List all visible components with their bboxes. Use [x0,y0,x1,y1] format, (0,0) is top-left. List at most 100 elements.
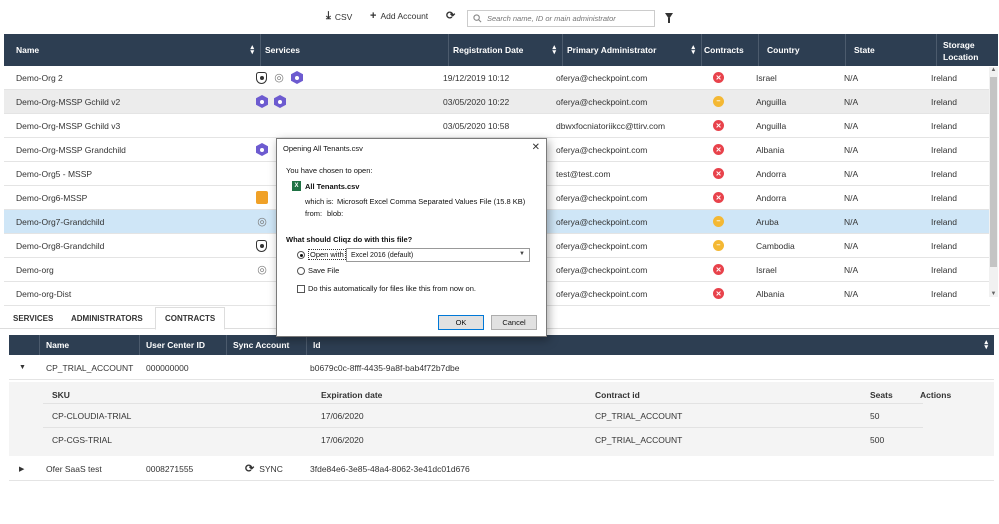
plus-icon: + [370,10,377,22]
column-services[interactable]: Services [261,34,449,66]
state: N/A [844,144,859,155]
save-file-radio[interactable] [297,267,305,275]
sort-icon: ▴ ▾ [691,44,695,56]
services-cell [256,186,274,209]
contract-id-cell: CP_TRIAL_ACCOUNT [595,435,683,445]
column-user-center-id[interactable]: User Center ID [140,335,227,355]
state: N/A [844,96,859,107]
search-input[interactable] [487,14,647,23]
error-status-icon: ✕ [713,288,724,299]
collapse-icon[interactable]: ▼ [19,364,26,371]
column-name[interactable]: Name ▴ ▾ [4,34,261,66]
chevron-down-icon: ▼ [519,251,525,257]
contract-id: 3fde84e6-3e85-48a4-8062-3e41dc01d676 [310,463,470,474]
contract-status: – [713,90,724,113]
cloud-service-icon [256,191,268,204]
contract-status: ✕ [713,66,724,89]
cancel-button[interactable]: Cancel [491,315,537,330]
primary-admin: test@test.com [556,168,611,179]
scroll-thumb[interactable] [990,77,997,267]
column-storage-location[interactable]: Storage Location [937,34,998,66]
country: Andorra [756,192,787,203]
tenant-name: Demo-Org7-Grandchild [16,216,105,227]
auto-label[interactable]: Do this automatically for files like thi… [308,284,476,293]
storage-location: Ireland [931,144,957,155]
save-file-label[interactable]: Save File [308,266,339,275]
contract-status: ✕ [713,282,724,305]
sync-button[interactable]: ⟳ SYNC [245,457,283,480]
country: Cambodia [756,240,795,251]
state: N/A [844,216,859,227]
tenant-name: Demo-Org5 - MSSP [16,168,93,179]
registration-date: 03/05/2020 10:58 [443,120,510,131]
contract-details: SKU Expiration date Contract id Seats Ac… [9,382,994,456]
table-row[interactable]: Demo-Org-MSSP Gchild v3 03/05/2020 10:58 d… [4,114,990,138]
warning-status-icon: – [713,216,724,227]
column-primary-admin[interactable]: Primary Administrator ▴ ▾ [563,34,702,66]
sub-column-actions: Actions [920,390,952,400]
close-icon[interactable]: ✕ [532,142,540,153]
file-type: Microsoft Excel Comma Separated Values F… [337,197,526,206]
contract-row[interactable]: ▼ CP_TRIAL_ACCOUNT 000000000 b0679c0c-8f… [9,356,994,380]
add-account-button[interactable]: + Add Account [370,10,428,22]
auto-checkbox[interactable] [297,285,305,293]
column-state[interactable]: State [846,34,937,66]
error-status-icon: ✕ [713,168,724,179]
column-registration-date[interactable]: Registration Date ▴ ▾ [449,34,563,66]
primary-admin: oferya@checkpoint.com [556,216,648,227]
expand-icon[interactable]: ▶ [19,465,24,473]
sort-icon: ▴ ▾ [984,339,988,351]
open-with-label[interactable]: Open with [308,249,346,260]
search-icon [473,14,482,23]
storage-location: Ireland [931,96,957,107]
column-country[interactable]: Country [759,34,846,66]
warning-status-icon: – [713,240,724,251]
refresh-button[interactable]: ⟳ [446,9,455,22]
tenant-name: Demo-Org6-MSSP [16,192,88,203]
tenant-name: Demo-org [16,264,54,275]
column-id[interactable]: Id ▴ ▾ [307,335,994,355]
download-icon: ⤓ [326,10,331,22]
table-row[interactable]: Demo-Org 2 ◎ 19/12/2019 10:12 oferya@checkp… [4,66,990,90]
tab-services[interactable]: SERVICES [4,307,62,329]
table-scrollbar[interactable]: ▲ ▼ [989,67,998,297]
tab-contracts[interactable]: CONTRACTS [155,307,226,330]
contract-status: ✕ [713,138,724,161]
application-select[interactable]: Excel 2016 (default) ▼ [346,248,530,262]
table-row[interactable]: Demo-Org-MSSP Gchild v2 03/05/2020 10:22 o… [4,90,990,114]
sort-icon: ▴ ▾ [552,44,556,56]
primary-admin: oferya@checkpoint.com [556,288,648,299]
primary-admin: oferya@checkpoint.com [556,96,648,107]
sort-icon: ▴ ▾ [250,44,254,56]
seats-cell: 50 [870,411,880,421]
column-sync-account[interactable]: Sync Account [227,335,307,355]
csv-button[interactable]: ⤓ CSV [326,10,352,23]
tenant-name: Demo-Org-MSSP Gchild v3 [16,120,121,131]
country: Anguilla [756,120,787,131]
state: N/A [844,192,859,203]
seats-cell: 500 [870,435,885,445]
contract-status: – [713,234,724,257]
scroll-down-icon[interactable]: ▼ [989,291,998,297]
column-contracts[interactable]: Contracts [702,34,759,66]
excel-file-icon: X [292,181,301,191]
expiration-cell: 17/06/2020 [321,411,364,421]
contract-row[interactable]: ▶ Ofer SaaS test 0008271555 ⟳ SYNC 3fde84… [9,457,994,481]
scroll-up-icon[interactable]: ▲ [989,67,998,73]
filter-icon[interactable] [665,13,673,23]
open-with-radio[interactable] [297,251,305,259]
contract-status: ✕ [713,162,724,185]
state: N/A [844,120,859,131]
state: N/A [844,264,859,275]
fingerprint-icon: ◎ [257,216,267,228]
fingerprint-icon: ◎ [257,264,267,276]
country: Albania [756,144,785,155]
ok-button[interactable]: OK [438,315,484,330]
warning-status-icon: – [713,96,724,107]
open-file-dialog: Opening All Tenants.csv ✕ You have chose… [276,138,547,337]
search-box[interactable] [467,10,655,27]
services-cell: ◎ [256,66,309,89]
country: Israel [756,72,777,83]
column-contract-name[interactable]: Name [40,335,140,355]
tab-administrators[interactable]: ADMINISTRATORS [62,307,152,329]
